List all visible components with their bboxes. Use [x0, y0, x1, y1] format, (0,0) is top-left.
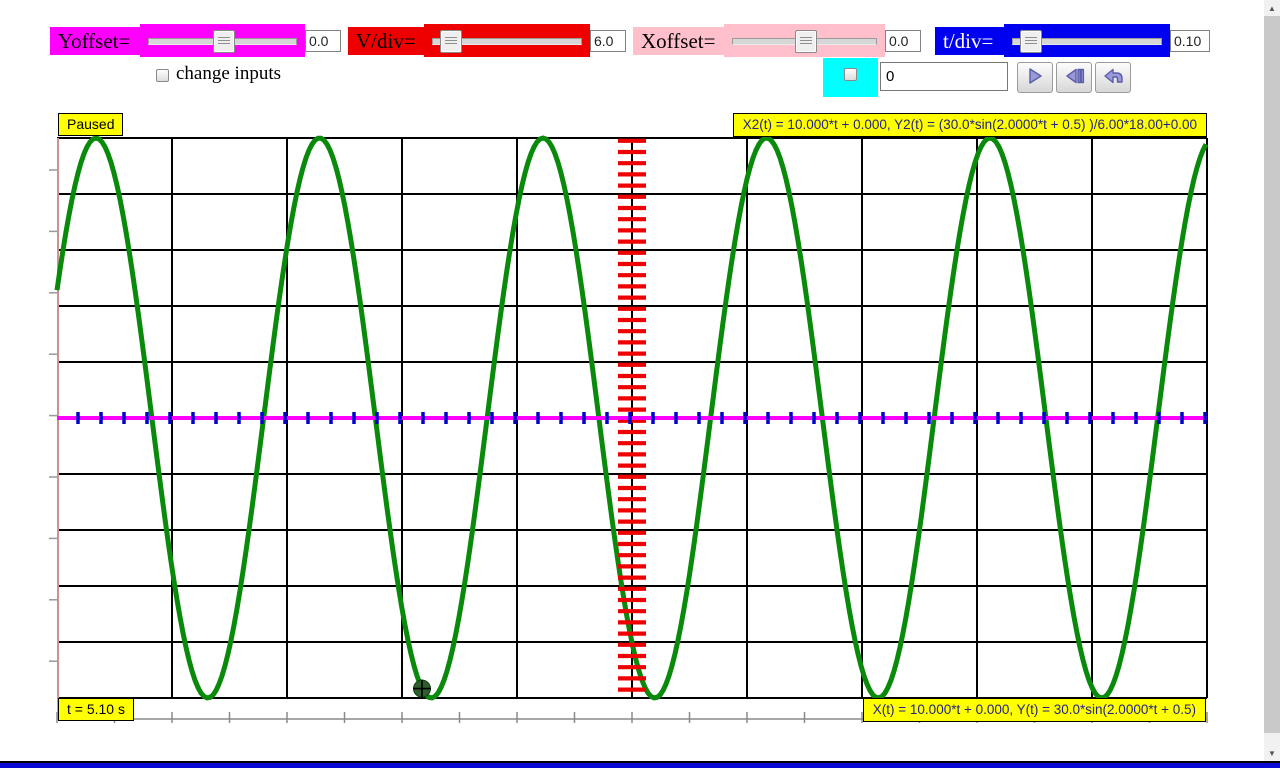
step-back-icon	[1063, 66, 1085, 89]
formula-top-label: X2(t) = 10.000*t + 0.000, Y2(t) = (30.0*…	[732, 113, 1207, 137]
xoffset-slider[interactable]	[724, 24, 885, 57]
change-inputs-label: change inputs	[176, 63, 282, 84]
scroll-up-icon[interactable]: ▲	[1264, 0, 1280, 16]
play-icon	[1025, 66, 1045, 89]
scrollbar-thumb[interactable]	[1264, 16, 1280, 733]
xoffset-label: Xoffset=	[633, 27, 724, 55]
vdiv-value-field[interactable]	[590, 30, 626, 52]
change-inputs-checkbox[interactable]	[156, 69, 169, 82]
scroll-down-icon[interactable]: ▼	[1264, 745, 1280, 761]
vdiv-slider-thumb[interactable]	[439, 30, 462, 53]
play-button[interactable]	[1017, 62, 1053, 93]
applet-page: Yoffset= V/div= Xoffset= t/div= change i…	[0, 0, 1280, 768]
tdiv-slider[interactable]	[1004, 24, 1170, 57]
yoffset-slider[interactable]	[140, 24, 305, 57]
yoffset-label-text: Yoffset=	[58, 28, 131, 53]
step-back-button[interactable]	[1056, 62, 1092, 93]
oscilloscope-panel: Paused X2(t) = 10.000*t + 0.000, Y2(t) =…	[49, 113, 1209, 724]
vdiv-label: V/div=	[348, 27, 424, 55]
xoffset-value-field[interactable]	[885, 30, 921, 52]
time-readout-label: t = 5.10 s	[58, 698, 134, 721]
vertical-scrollbar[interactable]: ▲ ▼	[1264, 0, 1280, 761]
tdiv-value-field[interactable]	[1170, 30, 1210, 52]
xoffset-slider-thumb[interactable]	[794, 30, 817, 53]
cyan-toggle-checkbox[interactable]	[844, 68, 857, 81]
oscilloscope-canvas[interactable]	[45, 113, 1219, 725]
vdiv-slider[interactable]	[424, 24, 590, 57]
reset-button[interactable]	[1095, 62, 1131, 93]
xoffset-label-text: Xoffset=	[641, 28, 716, 53]
reset-icon	[1102, 66, 1124, 89]
yoffset-slider-thumb[interactable]	[212, 30, 235, 53]
tdiv-label-text: t/div=	[943, 28, 994, 53]
step-count-input[interactable]	[880, 62, 1008, 91]
vdiv-label-text: V/div=	[356, 28, 416, 53]
window-bottom-bar	[0, 761, 1280, 768]
status-badge: Paused	[58, 113, 124, 136]
tdiv-slider-thumb[interactable]	[1019, 30, 1042, 53]
tdiv-label: t/div=	[935, 27, 1004, 55]
formula-bottom-label: X(t) = 10.000*t + 0.000, Y(t) = 30.0*sin…	[862, 698, 1206, 722]
yoffset-value-field[interactable]	[305, 30, 341, 52]
yoffset-label: Yoffset=	[50, 27, 140, 55]
